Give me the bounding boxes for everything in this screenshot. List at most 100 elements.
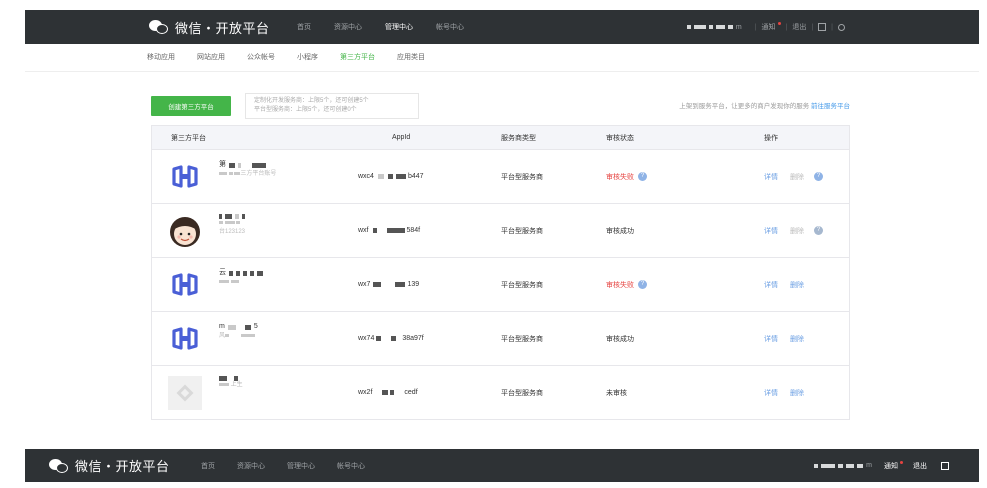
account-name[interactable]: m <box>814 462 872 469</box>
tab-app-categories[interactable]: 应用类目 <box>397 52 425 62</box>
logout-link[interactable]: 退出 <box>913 461 927 471</box>
platform-desc: 三方平台账号 <box>219 170 329 179</box>
review-status: 未审核 <box>606 389 627 397</box>
service-platform-notice: 上架到服务平台，让更多的商户发现你的服务 前往服务平台 <box>679 103 850 110</box>
third-party-table: 第三方平台 AppId 服务商类型 审核状态 操作 第 三方平台账号 wxc4 b… <box>151 125 850 420</box>
tab-third-party[interactable]: 第三方平台 <box>340 52 375 62</box>
table-row: 云 wx7 139 平台型服务商 审核失败? 详情 删除 <box>151 258 850 312</box>
delete-link[interactable]: 删除 <box>790 280 804 290</box>
unread-dot <box>777 22 781 25</box>
platform-info: 第 三方平台账号 <box>219 160 329 179</box>
delete-link[interactable]: 删除 <box>790 388 804 398</box>
service-type: 平台型服务商 <box>501 389 543 397</box>
tab-official-accounts[interactable]: 公众帐号 <box>247 52 275 62</box>
platform-info: m5 风 <box>219 322 329 341</box>
go-service-platform-link[interactable]: 前往服务平台 <box>811 103 850 110</box>
delete-link: 删除 <box>790 227 804 235</box>
nav-management[interactable]: 管理中心 <box>385 22 413 32</box>
row-actions: 详情 删除 <box>764 258 816 311</box>
review-status: 审核失败? <box>606 258 647 311</box>
detail-link[interactable]: 详情 <box>764 226 778 236</box>
platform-desc: 风 <box>219 332 329 341</box>
site-logo[interactable]: 微信・开放平台 <box>49 456 170 475</box>
bottom-user-area: m 通知 退出 <box>814 449 949 482</box>
platform-info: 上生 <box>219 376 329 390</box>
account-name[interactable]: m <box>686 24 742 31</box>
platform-name: 第 <box>219 160 329 170</box>
row-actions: 详情 删除? <box>764 204 823 257</box>
top-nav: 首页 资源中心 管理中心 帐号中心 <box>297 10 487 44</box>
appid: wx74 38a97f <box>358 335 424 342</box>
site-logo[interactable]: 微信・开放平台 <box>149 17 270 37</box>
detail-link[interactable]: 详情 <box>764 388 778 398</box>
tab-web-apps[interactable]: 网站应用 <box>197 52 225 62</box>
platform-desc <box>219 278 329 287</box>
header-platform: 第三方平台 <box>171 134 206 142</box>
platform-logo-icon <box>172 273 198 296</box>
tab-mini-programs[interactable]: 小程序 <box>297 52 318 62</box>
detail-link[interactable]: 详情 <box>764 334 778 344</box>
platform-desc <box>219 219 329 228</box>
service-type: 平台型服务商 <box>501 335 543 343</box>
help-icon[interactable]: ? <box>638 280 647 289</box>
header-user-area: m | 通知 | 退出 | | <box>686 10 845 44</box>
table-row: 上生 wx2f cedf 平台型服务商 未审核 详情 删除 <box>151 366 850 420</box>
divider <box>25 71 979 72</box>
tab-mobile-apps[interactable]: 移动应用 <box>147 52 175 62</box>
logout-link[interactable]: 退出 <box>792 22 806 32</box>
platform-logo-icon <box>172 327 198 350</box>
nav-resources[interactable]: 资源中心 <box>334 22 362 32</box>
help-icon[interactable]: ? <box>814 172 823 181</box>
nav-home[interactable]: 首页 <box>297 22 311 32</box>
quota-custom: 定制化开发服务商：上限5个，还可创建5个 <box>254 98 369 104</box>
bottom-header: 微信・开放平台 首页 资源中心 管理中心 帐号中心 m 通知 退出 <box>25 449 979 482</box>
appid: wxf 584f <box>358 227 421 234</box>
cartoon-avatar-icon <box>170 217 200 247</box>
unread-dot <box>900 460 903 464</box>
delete-link: 删除 <box>790 173 804 181</box>
qrcode-icon[interactable] <box>941 461 949 470</box>
table-row: m5 风 wx74 38a97f 平台型服务商 审核成功 详情 删除 <box>151 312 850 366</box>
platform-name: 云 <box>219 268 329 278</box>
nav-home[interactable]: 首页 <box>201 461 215 471</box>
notify-link[interactable]: 通知 <box>762 22 781 32</box>
appid: wx2f cedf <box>358 389 418 396</box>
management-tabs: 移动应用 网站应用 公众帐号 小程序 第三方平台 应用类目 <box>147 48 447 66</box>
service-type: 平台型服务商 <box>501 281 543 289</box>
create-third-party-button[interactable]: 创建第三方平台 <box>151 96 231 116</box>
header-status: 审核状态 <box>606 134 634 142</box>
service-type: 平台型服务商 <box>501 173 543 181</box>
logo-text: 微信・开放平台 <box>75 459 170 474</box>
detail-link[interactable]: 详情 <box>764 172 778 182</box>
table-row: 第 三方平台账号 wxc4 b447 平台型服务商 审核失败? 详情 删除? <box>151 150 850 204</box>
review-status: 审核成功 <box>606 335 634 343</box>
detail-link[interactable]: 详情 <box>764 280 778 290</box>
settings-icon[interactable] <box>838 23 845 31</box>
header-op: 操作 <box>764 134 778 142</box>
quota-info: 定制化开发服务商：上限5个，还可创建5个 平台型服务商：上限5个，还可创建0个 <box>245 93 419 119</box>
row-actions: 详情 删除 <box>764 366 816 419</box>
wechat-icon <box>49 458 69 474</box>
placeholder-image-icon <box>168 376 202 410</box>
nav-account[interactable]: 帐号中心 <box>436 22 464 32</box>
platform-desc: 上生 <box>219 381 329 390</box>
appid: wx7 139 <box>358 281 420 288</box>
help-icon[interactable]: ? <box>814 226 823 235</box>
review-status: 审核成功 <box>606 227 634 235</box>
row-actions: 详情 删除 <box>764 312 816 365</box>
delete-link[interactable]: 删除 <box>790 334 804 344</box>
platform-info: 云 <box>219 268 329 287</box>
review-status: 审核失败? <box>606 150 647 203</box>
service-type: 平台型服务商 <box>501 227 543 235</box>
nav-account[interactable]: 帐号中心 <box>337 461 365 471</box>
nav-resources[interactable]: 资源中心 <box>237 461 265 471</box>
logo-text: 微信・开放平台 <box>175 20 270 36</box>
platform-name: m5 <box>219 323 258 330</box>
nav-management[interactable]: 管理中心 <box>287 461 315 471</box>
notify-link[interactable]: 通知 <box>884 460 903 471</box>
help-icon[interactable]: ? <box>638 172 647 181</box>
top-header: 微信・开放平台 首页 资源中心 管理中心 帐号中心 m | 通知 | 退出 | … <box>25 10 979 44</box>
qrcode-icon[interactable] <box>818 23 827 31</box>
table-row: 台123123 wxf 584f 平台型服务商 审核成功 详情 删除? <box>151 204 850 258</box>
platform-logo-icon <box>172 165 198 188</box>
